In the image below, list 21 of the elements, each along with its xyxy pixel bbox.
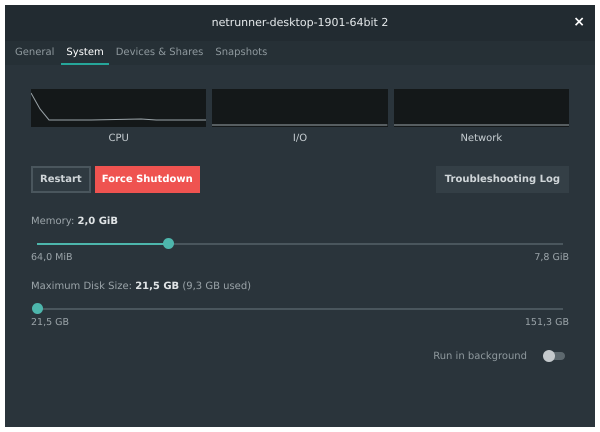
graph-label: Network [460,132,502,146]
slider-max-label: 7,8 GiB [534,251,569,265]
close-button[interactable]: × [573,15,585,29]
slider-handle[interactable] [163,238,174,249]
window-title: netrunner-desktop-1901-64bit 2 [212,14,388,31]
log-button[interactable]: Troubleshooting Log [436,166,569,193]
tab[interactable]: Devices & Shares [110,41,208,65]
run-in-background-label: Run in background [433,350,527,364]
slider-label: Memory: 2,0 GiB [31,215,119,229]
tab[interactable]: Snapshots [210,41,272,65]
slider-handle[interactable] [32,303,43,314]
graph-label: I/O [292,132,308,146]
tab[interactable]: System [61,41,109,65]
slider-max-label: 151,3 GB [524,316,569,330]
tab[interactable]: General [10,41,60,65]
graph-label: CPU [108,132,129,146]
restart-button[interactable]: Restart [31,166,91,193]
toggle-switch[interactable] [545,352,565,360]
slider-min-label: 21,5 GB [31,316,70,330]
slider-min-label: 64,0 MiB [31,251,73,265]
slider-label: Maximum Disk Size: 21,5 GB (9,3 GB used) [31,280,252,294]
